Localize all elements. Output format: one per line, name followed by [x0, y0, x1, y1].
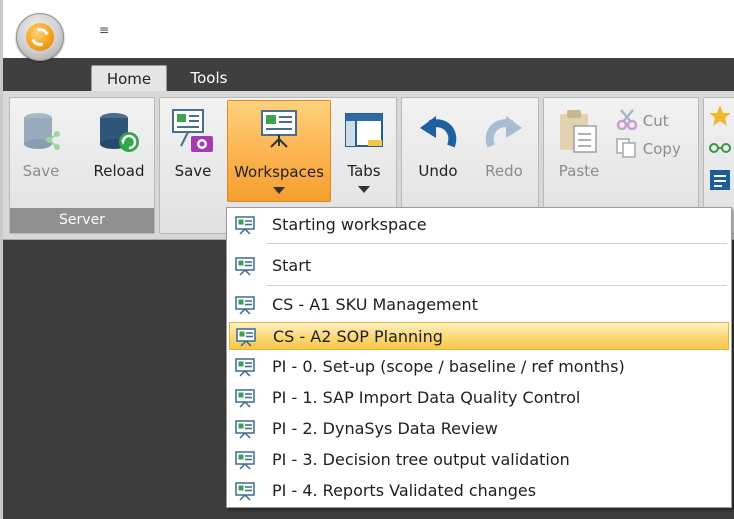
app-orb-icon[interactable]: [16, 13, 64, 61]
cut-label: Cut: [642, 112, 669, 130]
undo-arrow-icon: [420, 116, 457, 148]
view-save-label: Save: [174, 162, 212, 180]
menu-item-cs-a2[interactable]: CS - A2 SOP Planning: [229, 322, 729, 350]
workspaces-label: Workspaces: [234, 163, 324, 181]
menu-item-pi-1[interactable]: PI - 1. SAP Import Data Quality Control: [229, 384, 729, 412]
copy-icon: [616, 138, 636, 158]
presentation-board-icon: [235, 420, 255, 439]
server-save-label: Save: [22, 162, 60, 180]
scissors-icon: [616, 109, 638, 131]
redo-arrow-icon: [485, 116, 522, 148]
menu-item-label: PI - 3. Decision tree output validation: [272, 450, 570, 469]
menu-separator: [267, 243, 727, 244]
tab-home[interactable]: Home: [91, 65, 167, 91]
star-icon: [709, 105, 731, 126]
menu-item-label: PI - 4. Reports Validated changes: [272, 481, 537, 500]
clipboard-paste-icon: [560, 110, 597, 153]
ribbon-tab-strip: Home Tools: [3, 58, 734, 91]
customize-quick-access-icon[interactable]: ≡: [99, 24, 109, 36]
redo-label: Redo: [485, 162, 523, 180]
tabs-button[interactable]: Tabs: [336, 100, 392, 202]
database-refresh-icon: [100, 113, 139, 152]
menu-item-pi-3[interactable]: PI - 3. Decision tree output validation: [229, 446, 729, 474]
presentation-board-icon: [236, 328, 256, 347]
cut-button[interactable]: Cut: [616, 108, 669, 131]
undo-button[interactable]: Undo: [408, 100, 468, 202]
chevron-down-icon: [273, 187, 285, 194]
copy-label: Copy: [642, 140, 681, 158]
menu-item-label: PI - 1. SAP Import Data Quality Control: [272, 388, 581, 407]
paste-button[interactable]: Paste: [548, 100, 610, 202]
tabs-label: Tabs: [347, 162, 381, 180]
title-bar: ≡: [3, 0, 734, 61]
server-group-label: Server: [10, 208, 154, 233]
link-icon: [709, 143, 731, 153]
window-tabs-icon: [345, 113, 383, 147]
reload-label: Reload: [93, 162, 145, 180]
presentation-board-icon: [235, 389, 255, 408]
server-group: Save Reload Server: [9, 97, 155, 234]
menu-separator: [267, 285, 727, 286]
workspaces-button[interactable]: Workspaces: [227, 100, 331, 202]
redo-button[interactable]: Redo: [474, 100, 534, 202]
menu-item-label: CS - A1 SKU Management: [272, 295, 478, 314]
script-icon: [710, 170, 730, 190]
database-share-icon: [24, 113, 60, 150]
menu-item-pi-4[interactable]: PI - 4. Reports Validated changes: [229, 477, 729, 505]
tab-tools[interactable]: Tools: [179, 65, 239, 91]
chevron-down-icon: [358, 186, 370, 193]
menu-item-label: PI - 2. DynaSys Data Review: [272, 419, 498, 438]
presentation-board-icon: [235, 216, 255, 235]
presentation-board-icon: [235, 482, 255, 501]
server-save-button[interactable]: Save: [12, 100, 70, 202]
presentation-board-icon: [235, 451, 255, 470]
menu-item-label: Start: [272, 256, 312, 275]
menu-item-starting-workspace[interactable]: Starting workspace: [229, 211, 729, 239]
menu-item-pi-0[interactable]: PI - 0. Set-up (scope / baseline / ref m…: [229, 353, 729, 381]
presentation-camera-icon: [172, 109, 213, 152]
menu-item-pi-2[interactable]: PI - 2. DynaSys Data Review: [229, 415, 729, 443]
menu-item-label: Starting workspace: [272, 215, 427, 234]
presentation-board-icon: [235, 358, 255, 377]
reload-button[interactable]: Reload: [86, 100, 152, 202]
presentation-icon: [261, 110, 297, 148]
view-save-button[interactable]: Save: [164, 100, 222, 202]
copy-button[interactable]: Copy: [616, 138, 681, 158]
paste-label: Paste: [558, 162, 600, 180]
menu-item-label: PI - 0. Set-up (scope / baseline / ref m…: [272, 357, 625, 376]
menu-item-start[interactable]: Start: [229, 252, 729, 280]
application-window: ≡ Home Tools Save Reload Server Save Wor…: [0, 0, 734, 519]
menu-item-cs-a1[interactable]: CS - A1 SKU Management: [229, 291, 729, 319]
workspaces-dropdown-menu: Starting workspace Start CS - A1 SKU Man…: [226, 207, 732, 508]
presentation-board-icon: [235, 257, 255, 276]
undo-label: Undo: [418, 162, 458, 180]
menu-item-label: CS - A2 SOP Planning: [273, 327, 443, 346]
presentation-board-icon: [235, 296, 255, 315]
